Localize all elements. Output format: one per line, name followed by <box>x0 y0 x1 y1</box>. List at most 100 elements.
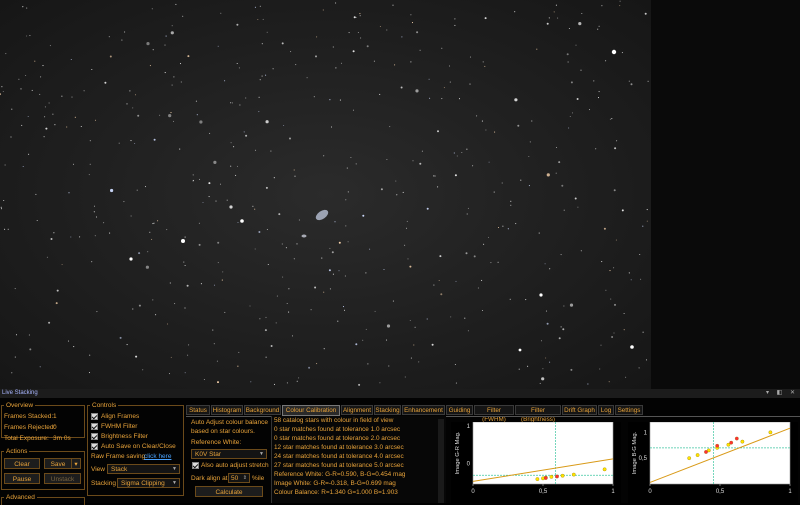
stacking-select-value: Sigma Clipping <box>121 480 165 487</box>
star <box>281 42 284 45</box>
tab-background[interactable]: Background <box>244 405 281 415</box>
star <box>429 97 431 99</box>
star <box>155 314 157 316</box>
star <box>428 78 430 80</box>
star <box>91 261 93 263</box>
star <box>416 31 419 34</box>
star <box>93 205 96 207</box>
star <box>192 179 195 181</box>
tab-drift-graph[interactable]: Drift Graph <box>562 405 597 415</box>
star <box>170 112 172 114</box>
star <box>43 136 45 138</box>
view-select-value: Stack <box>111 466 128 473</box>
star <box>614 303 616 306</box>
star <box>575 44 577 46</box>
star <box>27 115 29 118</box>
bg-colour-chart: 0 0,5 110,5Image B-G Mag. <box>628 422 798 503</box>
tab-settings[interactable]: Settings <box>615 405 643 415</box>
star <box>623 312 625 315</box>
stepper-icon[interactable]: ⇕ <box>243 474 247 483</box>
calibration-description-1: Auto Adjust colour balance <box>191 419 268 426</box>
star <box>186 284 189 287</box>
star <box>400 86 403 89</box>
star <box>593 80 595 82</box>
tab-colour-calibration[interactable]: Colour Calibration <box>282 405 340 416</box>
star <box>355 16 357 19</box>
star <box>166 323 169 325</box>
star <box>458 98 461 100</box>
view-select[interactable]: Stack ▼ <box>107 464 180 474</box>
clear-button[interactable]: Clear <box>4 458 40 469</box>
window-controls[interactable]: ▾ ◧ ✕ <box>766 389 798 398</box>
star <box>481 120 483 122</box>
star <box>28 153 30 155</box>
tab-alignment[interactable]: Alignment <box>341 405 373 415</box>
star <box>308 366 311 369</box>
tab-log[interactable]: Log <box>598 405 614 415</box>
star <box>164 44 166 46</box>
auto-save-checkbox[interactable] <box>91 443 98 450</box>
save-dropdown-button[interactable]: ▾ <box>71 458 81 469</box>
star <box>48 321 51 324</box>
log-line: 0 star matches found at tolerance 2.0 ar… <box>274 435 401 442</box>
star <box>529 141 531 143</box>
star <box>184 236 186 238</box>
align-frames-checkbox[interactable] <box>91 413 98 420</box>
star <box>419 162 422 165</box>
star <box>272 68 274 70</box>
log-line: 0 star matches found at tolerance 1.0 ar… <box>274 426 401 433</box>
log-scrollbar[interactable] <box>438 419 444 503</box>
star <box>389 126 391 128</box>
save-button[interactable]: Save <box>44 458 72 469</box>
fwhm-filter-checkbox[interactable] <box>91 423 98 430</box>
star <box>365 272 367 274</box>
tab-filter-fwhm[interactable]: Filter (FWHM) <box>474 405 514 423</box>
reference-white-select[interactable]: K0V Star ▼ <box>191 449 267 459</box>
calculate-button[interactable]: Calculate <box>195 486 263 497</box>
tab-guiding[interactable]: Guiding <box>446 405 473 415</box>
star <box>252 205 254 207</box>
star <box>236 23 239 26</box>
star <box>200 283 202 285</box>
star <box>597 97 600 99</box>
tab-enhancement[interactable]: Enhancement <box>402 405 445 415</box>
auto-adjust-stretch-checkbox[interactable] <box>192 462 199 469</box>
gr-colour-chart: 0 0,5 1 1 0 Image G-R Mag. <box>451 422 621 503</box>
star <box>134 142 136 145</box>
tab-stacking[interactable]: Stacking <box>374 405 401 415</box>
star <box>614 147 617 150</box>
pause-button[interactable]: Pause <box>4 473 40 484</box>
star <box>142 369 144 371</box>
star <box>419 49 421 51</box>
star <box>334 221 336 223</box>
raw-frame-saving-link[interactable]: click here <box>144 453 171 460</box>
star <box>230 102 232 104</box>
tab-histogram[interactable]: Histogram <box>211 405 243 415</box>
star <box>245 134 248 137</box>
star <box>89 354 91 356</box>
star <box>567 61 569 63</box>
tab-filter-brightness[interactable]: Filter (Brightness) <box>515 405 561 423</box>
star <box>22 165 24 168</box>
calibration-log[interactable]: 58 catalog stars with colour in field of… <box>271 416 446 503</box>
star <box>275 322 277 324</box>
star <box>410 14 412 16</box>
star <box>129 90 131 92</box>
advanced-group[interactable]: Advanced <box>1 494 85 505</box>
star <box>562 328 565 331</box>
star <box>601 261 603 263</box>
brightness-filter-checkbox[interactable] <box>91 433 98 440</box>
star <box>467 207 469 209</box>
unstack-button[interactable]: Unstack <box>44 473 81 484</box>
dark-align-input[interactable]: 50 ⇕ <box>228 473 250 483</box>
star <box>1 86 3 88</box>
star <box>68 192 70 194</box>
view-label: View <box>91 466 105 473</box>
data-point <box>543 476 548 480</box>
stacking-select[interactable]: Sigma Clipping ▼ <box>117 478 180 488</box>
tab-status[interactable]: Status <box>186 405 210 415</box>
log-line: Reference White: G-R=0.590, B-G=0.454 ma… <box>274 471 406 478</box>
star <box>171 25 173 27</box>
star <box>28 334 30 336</box>
live-stack-image[interactable] <box>0 0 651 389</box>
